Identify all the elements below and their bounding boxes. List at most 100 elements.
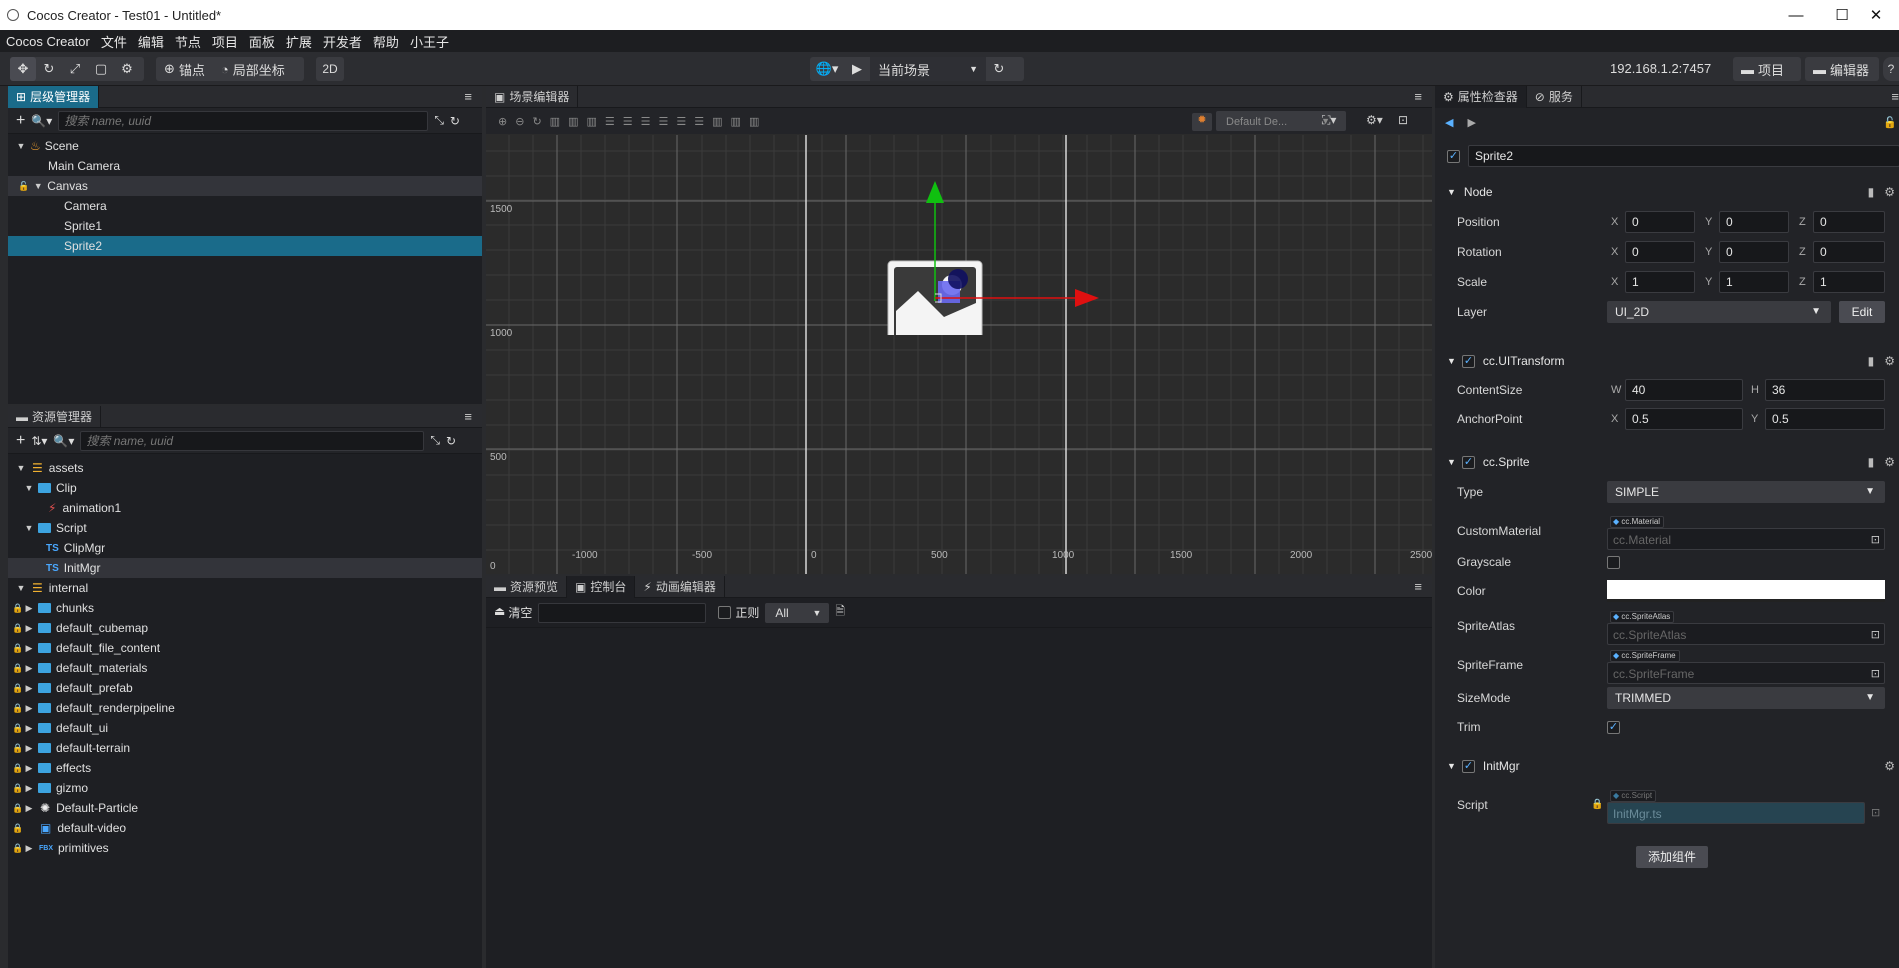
asset-item-default-cubemap[interactable]: 🔒 ▶ default_cubemap [8,618,482,638]
layer-edit-button[interactable]: Edit [1839,301,1885,323]
assets-search-input[interactable]: 搜索 name, uuid [80,430,425,451]
align-top-icon[interactable]: ☰ [605,115,615,128]
expand-arrow-icon[interactable]: ▶ [24,623,34,634]
component-enabled-checkbox[interactable]: ✓ [1461,354,1475,368]
scale-z-field[interactable]: 1 [1813,271,1885,293]
lighting-icon[interactable]: ✹ [1192,113,1212,131]
coord-button[interactable]: ◔ 局部坐标 [213,60,293,79]
asset-item-animation1[interactable]: ⚡ animation1 [8,498,482,518]
asset-item-script[interactable]: ▼ Script [8,518,482,538]
position-y-field[interactable]: 0 [1719,211,1789,233]
zoom-in-icon[interactable]: ⊕ [498,115,507,128]
globe-icon[interactable]: 🌐▾ [810,57,844,81]
expand-arrow-icon[interactable]: ▶ [24,603,34,614]
rect-tool-icon[interactable]: ▢ [88,57,114,81]
zoom-out-icon[interactable]: ⊖ [515,115,524,128]
console-filter-input[interactable] [538,602,707,623]
position-x-field[interactable]: 0 [1625,211,1695,233]
menu-item-project[interactable]: 项目 [212,32,238,51]
gear-icon[interactable]: ⚙ [1884,354,1895,368]
gear-tool-icon[interactable]: ⚙ [114,57,140,81]
rotation-z-field[interactable]: 0 [1813,241,1885,263]
sprite-section-header[interactable]: ▼ ✓ cc.Sprite ▮ ⚙ [1435,451,1899,473]
x-arrow-head[interactable] [1075,289,1099,307]
menu-item-user[interactable]: 小王子 [410,32,449,51]
tab-inspector[interactable]: ⚙ 属性检查器 [1435,86,1527,108]
reset-view-icon[interactable]: ↻ [532,115,541,128]
menu-item-node[interactable]: 节点 [175,32,201,51]
asset-item-gizmo[interactable]: 🔒 ▶ gizmo [8,778,482,798]
expand-arrow-icon[interactable]: ▶ [24,843,34,854]
initmgr-section-header[interactable]: ▼ ✓ InitMgr ⚙ [1435,755,1899,777]
tab-hierarchy[interactable]: ⊞ 层级管理器 [8,86,100,108]
browse-asset-icon[interactable]: ⊡ [1871,529,1880,551]
menu-item-extension[interactable]: 扩展 [286,32,312,51]
menu-item-panel[interactable]: 面板 [249,32,275,51]
help-doc-icon[interactable]: ▮ [1868,455,1875,469]
asset-item-internal[interactable]: ▼ ☰ internal [8,578,482,598]
tab-asset-preview[interactable]: ▬ 资源预览 [486,576,568,598]
expand-arrow-icon[interactable]: ▶ [24,643,34,654]
tab-console[interactable]: ▣ 控制台 [567,576,636,598]
asset-item-chunks[interactable]: 🔒 ▶ chunks [8,598,482,618]
anchor-y-field[interactable]: 0.5 [1765,408,1885,430]
collapse-arrow-icon[interactable]: ▼ [1447,761,1456,771]
asset-item-default-file-content[interactable]: 🔒 ▶ default_file_content [8,638,482,658]
menu-item-cocos[interactable]: Cocos Creator [6,34,90,49]
expand-arrow-icon[interactable]: ▼ [16,583,26,593]
browse-asset-icon[interactable]: ⊡ [1871,663,1880,685]
sprite-frame-field[interactable]: cc.SpriteFrame ⊡ [1607,662,1885,684]
expand-arrow-icon[interactable]: ▶ [24,663,34,674]
content-height-field[interactable]: 36 [1765,379,1885,401]
distribute-top-icon[interactable]: ☰ [659,115,669,128]
editor-button[interactable]: ▬ 编辑器 [1805,57,1879,81]
collapse-arrow-icon[interactable]: ▼ [1447,187,1456,197]
content-width-field[interactable]: 40 [1625,379,1743,401]
expand-arrow-icon[interactable]: ▼ [33,181,43,191]
menu-item-file[interactable]: 文件 [101,32,127,51]
mode-2d-button[interactable]: 2D [316,57,344,81]
scene-select[interactable]: 当前场景 ▼ [870,57,986,81]
expand-arrow-icon[interactable]: ▶ [24,763,34,774]
panel-menu-icon[interactable]: ≡ [464,409,472,424]
regex-toggle[interactable]: 正则 [718,604,759,621]
tree-node-camera[interactable]: Camera [8,196,482,216]
browse-asset-icon[interactable]: ⊡ [1871,624,1880,646]
add-asset-icon[interactable]: + [16,432,25,450]
expand-arrow-icon[interactable]: ▼ [16,463,26,473]
help-button[interactable]: ? [1883,57,1899,81]
tree-node-scene[interactable]: ▼ ♨ Scene [8,136,482,156]
component-enabled-checkbox[interactable]: ✓ [1461,455,1475,469]
help-doc-icon[interactable]: ▮ [1868,185,1875,199]
layer-dropdown[interactable]: UI_2D ▼ [1607,301,1831,323]
rotation-x-field[interactable]: 0 [1625,241,1695,263]
scene-view-icon[interactable]: ⛶▾ [1322,113,1336,128]
menu-item-help[interactable]: 帮助 [373,32,399,51]
forward-arrow-icon[interactable]: ▶ [1467,116,1475,129]
expand-arrow-icon[interactable]: ▶ [24,743,34,754]
scale-x-field[interactable]: 1 [1625,271,1695,293]
distribute-right-icon[interactable]: ▥ [749,115,759,128]
expand-arrow-icon[interactable]: ▶ [24,703,34,714]
collapse-icon[interactable]: ⤡ [434,113,444,128]
expand-arrow-icon[interactable]: ▼ [24,523,34,533]
lock-inspector-icon[interactable]: 🔓 [1883,116,1897,129]
asset-item-default-particle[interactable]: 🔒 ▶ ✺ Default-Particle [8,798,482,818]
menu-item-developer[interactable]: 开发者 [323,32,362,51]
y-arrow-head[interactable] [926,181,944,203]
asset-item-primitives[interactable]: 🔒 ▶ FBX primitives [8,838,482,858]
asset-item-default-materials[interactable]: 🔒 ▶ default_materials [8,658,482,678]
anchor-x-field[interactable]: 0.5 [1625,408,1743,430]
project-button[interactable]: ▬ 项目 [1733,57,1801,81]
sprite-atlas-field[interactable]: cc.SpriteAtlas ⊡ [1607,623,1885,645]
uitransform-section-header[interactable]: ▼ ✓ cc.UITransform ▮ ⚙ [1435,350,1899,372]
gear-icon[interactable]: ⚙ [1884,759,1895,773]
panel-menu-icon[interactable]: ≡ [1891,89,1899,104]
expand-arrow-icon[interactable]: ▼ [16,141,26,151]
asset-item-default-prefab[interactable]: 🔒 ▶ default_prefab [8,678,482,698]
asset-item-clipmgr[interactable]: TS ClipMgr [8,538,482,558]
asset-item-clip[interactable]: ▼ Clip [8,478,482,498]
gear-icon[interactable]: ⚙ [1884,185,1895,199]
asset-item-default-ui[interactable]: 🔒 ▶ default_ui [8,718,482,738]
type-dropdown[interactable]: SIMPLE ▼ [1607,481,1885,503]
